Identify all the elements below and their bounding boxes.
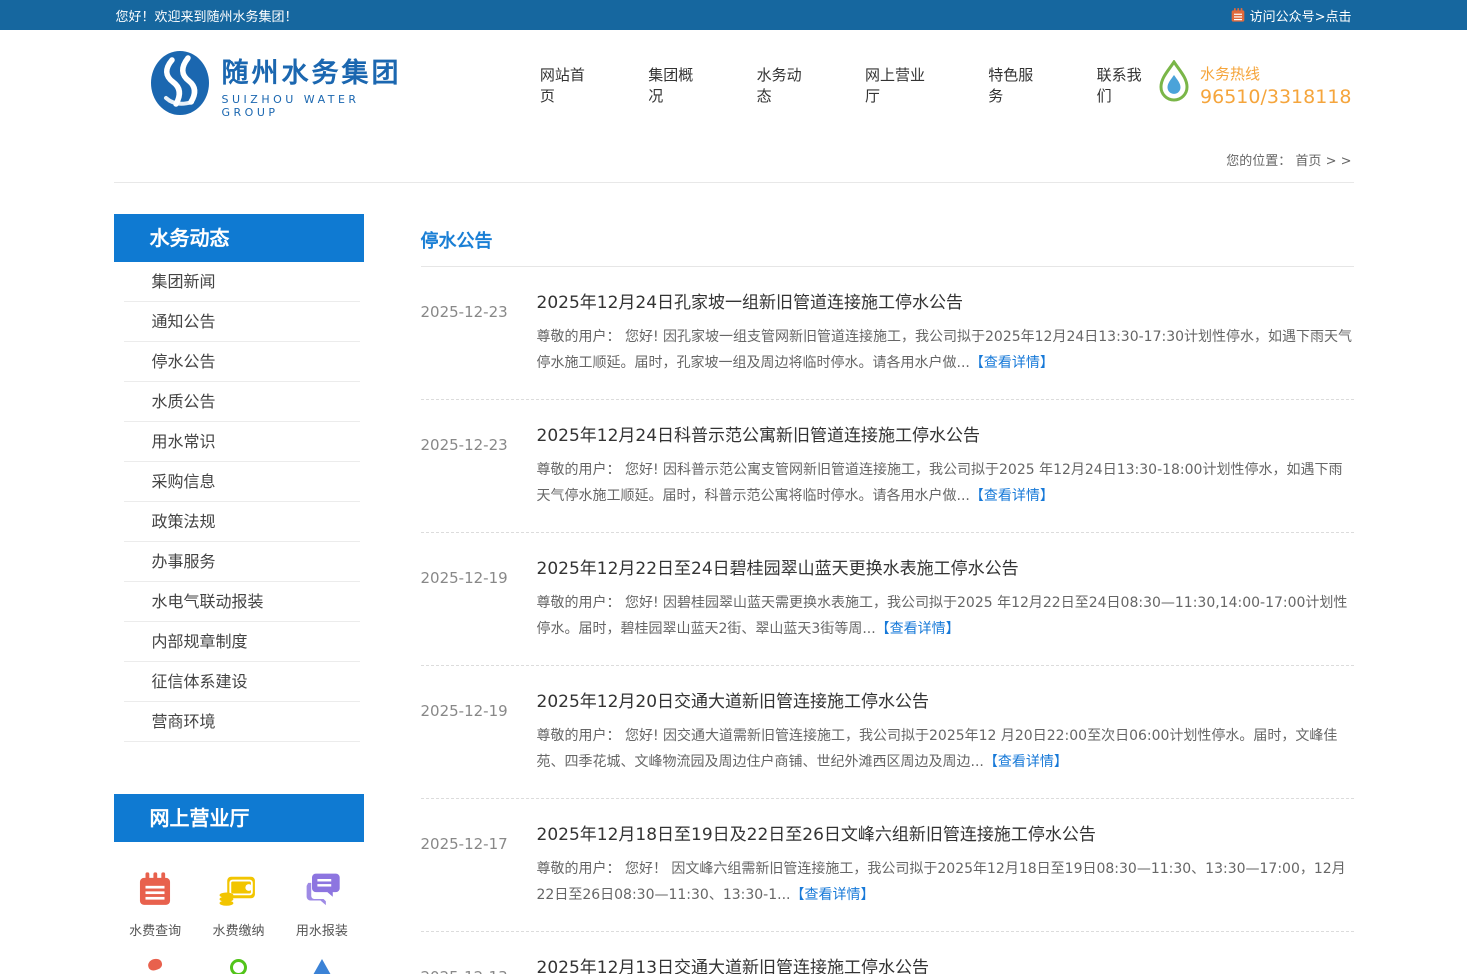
nav-item-home[interactable]: 网站首页 [540, 64, 599, 106]
sidebar-item-water-outage[interactable]: 停水公告 [124, 342, 360, 382]
shortcut-fee-query[interactable]: 水费查询 [114, 868, 197, 939]
green-ring-icon[interactable] [197, 959, 280, 974]
notice-title-link[interactable]: 2025年12月13日交通大道新旧管连接施工停水公告 [537, 953, 1354, 974]
hotline-label: 水务热线 [1200, 63, 1351, 84]
public-account-label: 访问公众号>点击 [1250, 6, 1352, 25]
sidebar-item-joint-installation[interactable]: 水电气联动报装 [124, 582, 360, 622]
hall-shortcuts-row2 [114, 939, 364, 974]
red-marker-icon[interactable] [114, 959, 197, 974]
page-title: 停水公告 [421, 214, 1354, 267]
view-details-link[interactable]: 【查看详情】 [984, 754, 1068, 770]
shortcut-fee-pay[interactable]: 水费缴纳 [197, 868, 280, 939]
notice-excerpt: 尊敬的用户： 您好! 因科普示范公寓支管网新旧管道连接施工，我公司拟于2025 … [537, 462, 1343, 504]
sidebar-item-group-news[interactable]: 集团新闻 [124, 262, 360, 302]
nav-item-online-hall[interactable]: 网上营业厅 [865, 64, 939, 106]
notice-row: 2025-12-23 2025年12月24日科普示范公寓新旧管道连接施工停水公告… [421, 400, 1354, 533]
sidebar-item-water-knowledge[interactable]: 用水常识 [124, 422, 360, 462]
notice-title-link[interactable]: 2025年12月20日交通大道新旧管连接施工停水公告 [537, 687, 1354, 712]
sidebar-hall-title: 网上营业厅 [114, 794, 364, 842]
blue-triangle-icon[interactable] [280, 959, 363, 974]
notice-date: 2025-12-19 [421, 687, 537, 775]
topbar: 您好！欢迎来到随州水务集团！ 访问公众号>点击 [0, 0, 1467, 30]
water-drop-icon [1156, 60, 1192, 110]
notice-title-link[interactable]: 2025年12月24日科普示范公寓新旧管道连接施工停水公告 [537, 421, 1354, 446]
logo[interactable]: 随州水务集团 SUIZHOU WATER GROUP [148, 48, 422, 122]
welcome-text: 您好！欢迎来到随州水务集团！ [116, 6, 298, 25]
notice-row: 2025-12-19 2025年12月20日交通大道新旧管连接施工停水公告 尊敬… [421, 666, 1354, 799]
breadcrumb: 您的位置： 首页 > > [114, 140, 1354, 183]
sidebar-item-water-quality[interactable]: 水质公告 [124, 382, 360, 422]
notice-excerpt: 尊敬的用户： 您好! 因交通大道需新旧管连接施工，我公司拟于2025年12 月2… [537, 728, 1338, 770]
hotline: 水务热线 96510/3318118 [1156, 60, 1351, 110]
sidebar-item-policies[interactable]: 政策法规 [124, 502, 360, 542]
sidebar-item-internal-rules[interactable]: 内部规章制度 [124, 622, 360, 662]
nav-item-services[interactable]: 特色服务 [988, 64, 1047, 106]
sidebar-item-credit-system[interactable]: 征信体系建设 [124, 662, 360, 702]
public-account-link[interactable]: 访问公众号>点击 [1230, 6, 1352, 25]
sidebar-item-notices[interactable]: 通知公告 [124, 302, 360, 342]
notepad-icon [1230, 7, 1246, 23]
shortcut-label: 用水报装 [280, 920, 363, 939]
logo-icon [148, 48, 212, 122]
breadcrumb-home-link[interactable]: 首页 [1295, 154, 1321, 169]
sidebar-item-business-env[interactable]: 营商环境 [124, 702, 360, 742]
notice-date: 2025-12-23 [421, 421, 537, 509]
view-details-link[interactable]: 【查看详情】 [876, 621, 960, 637]
notice-excerpt: 尊敬的用户： 您好！ 因文峰六组需新旧管连接施工，我公司拟于2025年12月18… [537, 861, 1346, 903]
notice-row: 2025-12-23 2025年12月24日孔家坡一组新旧管道连接施工停水公告 … [421, 267, 1354, 400]
notice-row: 2025-12-17 2025年12月18日至19日及22日至26日文峰六组新旧… [421, 799, 1354, 932]
nav-item-news[interactable]: 水务动态 [757, 64, 816, 106]
hall-shortcuts: 水费查询 水费缴纳 [114, 842, 364, 939]
breadcrumb-label: 您的位置： [1226, 154, 1291, 169]
view-details-link[interactable]: 【查看详情】 [970, 488, 1054, 504]
notepad-icon [114, 868, 197, 908]
notice-title-link[interactable]: 2025年12月18日至19日及22日至26日文峰六组新旧管连接施工停水公告 [537, 820, 1354, 845]
logo-title: 随州水务集团 [222, 51, 422, 90]
notice-date: 2025-12-23 [421, 288, 537, 376]
notice-row: 2025-12-19 2025年12月22日至24日碧桂园翠山蓝天更换水表施工停… [421, 533, 1354, 666]
notice-title-link[interactable]: 2025年12月24日孔家坡一组新旧管道连接施工停水公告 [537, 288, 1354, 313]
logo-subtitle: SUIZHOU WATER GROUP [222, 93, 422, 119]
chat-bubbles-icon [280, 868, 363, 908]
sidebar: 水务动态 集团新闻 通知公告 停水公告 水质公告 用水常识 采购信息 政策法规 … [114, 214, 364, 974]
view-details-link[interactable]: 【查看详情】 [790, 887, 874, 903]
notice-title-link[interactable]: 2025年12月22日至24日碧桂园翠山蓝天更换水表施工停水公告 [537, 554, 1354, 579]
notice-row: 2025-12-13 2025年12月13日交通大道新旧管连接施工停水公告 尊敬… [421, 932, 1354, 974]
notice-date: 2025-12-13 [421, 953, 537, 974]
breadcrumb-trail: > > [1326, 154, 1352, 169]
site-header: 随州水务集团 SUIZHOU WATER GROUP 网站首页 集团概况 水务动… [0, 30, 1467, 140]
sidebar-item-procurement[interactable]: 采购信息 [124, 462, 360, 502]
notice-excerpt: 尊敬的用户： 您好! 因孔家坡一组支管网新旧管道连接施工，我公司拟于2025年1… [537, 329, 1353, 371]
shortcut-label: 水费缴纳 [197, 920, 280, 939]
sidebar-news-title: 水务动态 [114, 214, 364, 262]
nav-item-contact[interactable]: 联系我们 [1097, 64, 1156, 106]
notice-date: 2025-12-17 [421, 820, 537, 908]
nav-item-about[interactable]: 集团概况 [648, 64, 707, 106]
notice-date: 2025-12-19 [421, 554, 537, 642]
logo-text: 随州水务集团 SUIZHOU WATER GROUP [222, 51, 422, 119]
view-details-link[interactable]: 【查看详情】 [970, 355, 1054, 371]
main-content: 停水公告 2025-12-23 2025年12月24日孔家坡一组新旧管道连接施工… [421, 214, 1354, 974]
shortcut-label: 水费查询 [114, 920, 197, 939]
shortcut-water-install[interactable]: 用水报装 [280, 868, 363, 939]
sidebar-item-service-guide[interactable]: 办事服务 [124, 542, 360, 582]
hotline-number: 96510/3318118 [1200, 86, 1351, 108]
sidebar-menu: 集团新闻 通知公告 停水公告 水质公告 用水常识 采购信息 政策法规 办事服务 … [114, 262, 364, 742]
main-nav: 网站首页 集团概况 水务动态 网上营业厅 特色服务 联系我们 [540, 64, 1156, 106]
wallet-icon [197, 868, 280, 908]
